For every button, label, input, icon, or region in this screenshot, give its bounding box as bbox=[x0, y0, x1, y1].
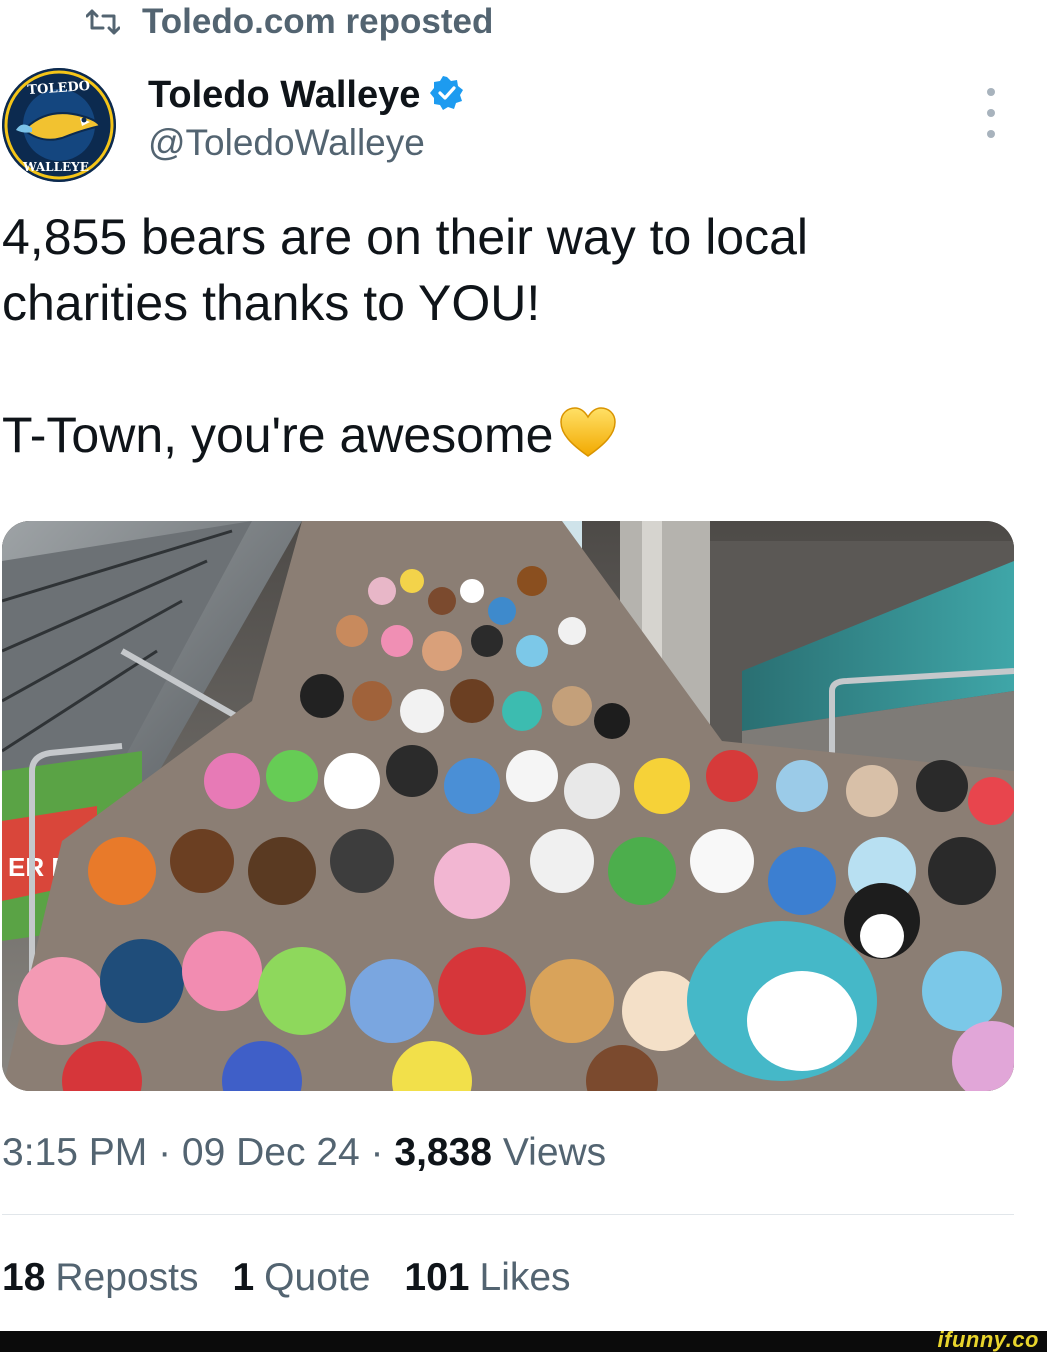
name-row: Toledo Walleye bbox=[148, 70, 464, 120]
likes-label: Likes bbox=[479, 1256, 571, 1299]
reposts-count: 18 bbox=[2, 1256, 46, 1299]
tweet-text: 4,855 bears are on their way to local ch… bbox=[2, 204, 1002, 476]
engagement-stats: 18 Reposts 1 Quote 101 Likes bbox=[2, 1256, 571, 1300]
watermark-bar: ifunny.co bbox=[0, 1327, 1047, 1352]
likes-stat[interactable]: 101 Likes bbox=[404, 1256, 570, 1300]
likes-count: 101 bbox=[404, 1256, 470, 1299]
yellow-heart-icon bbox=[559, 406, 617, 476]
quotes-label: Quote bbox=[264, 1256, 371, 1299]
tweet-time[interactable]: 3:15 PM bbox=[2, 1131, 147, 1174]
repost-label: Toledo.com reposted bbox=[142, 2, 494, 41]
reposts-label: Reposts bbox=[55, 1256, 199, 1299]
more-options-button[interactable] bbox=[976, 88, 1006, 138]
handle[interactable]: @ToledoWalleye bbox=[148, 122, 464, 164]
more-dot bbox=[987, 109, 995, 117]
divider bbox=[2, 1214, 1014, 1215]
tweet-text-line-1: 4,855 bears are on their way to local ch… bbox=[2, 209, 809, 331]
tweet-screenshot: Toledo.com reposted TOLEDO WALLEYE Toled… bbox=[0, 0, 1047, 1352]
views-label[interactable]: Views bbox=[503, 1131, 606, 1174]
verified-badge-icon bbox=[430, 75, 464, 115]
display-name[interactable]: Toledo Walleye bbox=[148, 74, 420, 117]
more-dot bbox=[987, 130, 995, 138]
avatar[interactable]: TOLEDO WALLEYE bbox=[2, 68, 116, 182]
views-count[interactable]: 3,838 bbox=[394, 1131, 492, 1174]
quotes-count: 1 bbox=[232, 1256, 255, 1299]
reposts-stat[interactable]: 18 Reposts bbox=[2, 1256, 198, 1300]
tweet-text-line-2-text: T-Town, you're awesome bbox=[2, 407, 554, 463]
svg-text:WALLEYE: WALLEYE bbox=[22, 160, 89, 174]
repost-context[interactable]: Toledo.com reposted bbox=[86, 0, 493, 44]
tweet-metadata: 3:15 PM · 09 Dec 24 · 3,838 Views bbox=[2, 1131, 606, 1175]
repost-icon bbox=[86, 9, 120, 35]
meta-separator: · bbox=[147, 1131, 182, 1174]
more-dot bbox=[987, 88, 995, 96]
author-block[interactable]: Toledo Walleye @ToledoWalleye bbox=[148, 70, 464, 164]
watermark-logo: ifunny.co bbox=[937, 1327, 1039, 1352]
tweet-text-line-2: T-Town, you're awesome bbox=[2, 402, 1002, 476]
quotes-stat[interactable]: 1 Quote bbox=[232, 1256, 370, 1300]
tweet-date[interactable]: 09 Dec 24 bbox=[182, 1131, 360, 1174]
meta-separator: · bbox=[359, 1131, 395, 1174]
tweet-photo[interactable]: ER PRO bbox=[2, 521, 1014, 1091]
